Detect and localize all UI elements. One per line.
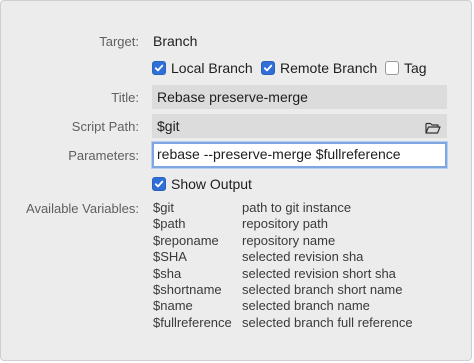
- variable-row: $git path to git instance: [153, 200, 413, 216]
- tag-label: Tag: [404, 60, 427, 76]
- variable-name: $git: [153, 200, 174, 215]
- variable-row: $SHA selected revision sha: [153, 249, 413, 265]
- checkbox-checked-icon: [152, 177, 166, 191]
- checkbox-checked-icon: [261, 61, 275, 75]
- variable-name: $sha: [153, 265, 182, 281]
- variable-name: $shortname: [153, 281, 222, 297]
- checkbox-checked-icon: [152, 61, 166, 75]
- script-path-input[interactable]: $git: [152, 114, 447, 138]
- variable-row: $name selected branch name: [153, 298, 413, 314]
- variable-description: repository path: [242, 216, 328, 232]
- title-label: Title:: [111, 90, 139, 105]
- target-value[interactable]: Branch: [153, 33, 197, 49]
- script-path-label: Script Path:: [71, 119, 139, 134]
- variable-description: selected branch name: [242, 298, 370, 314]
- variable-description: path to git instance: [242, 200, 352, 215]
- variable-name: $reponame: [153, 232, 219, 248]
- available-variables-label: Available Variables:: [26, 201, 139, 216]
- variables-list: $git path to git instance $path repository…: [153, 200, 413, 331]
- local-branch-checkbox[interactable]: Local Branch: [152, 60, 253, 76]
- variable-row: $sha selected revision short sha: [153, 266, 413, 282]
- variable-description: selected revision sha: [242, 249, 364, 265]
- parameters-label: Parameters:: [68, 148, 139, 163]
- tag-checkbox[interactable]: Tag: [385, 60, 427, 76]
- variable-name: $path: [153, 216, 186, 232]
- folder-icon[interactable]: [425, 118, 441, 138]
- checkbox-unchecked-icon: [385, 61, 399, 75]
- script-path-value: $git: [157, 118, 180, 134]
- show-output-label: Show Output: [171, 176, 252, 192]
- local-branch-label: Local Branch: [171, 60, 253, 76]
- variable-name: $fullreference: [153, 314, 232, 330]
- variable-description: selected revision short sha: [242, 265, 396, 281]
- variable-row: $reponame repository name: [153, 233, 413, 249]
- target-label: Target:: [99, 34, 139, 49]
- variable-row: $fullreference selected branch full refer…: [153, 315, 413, 331]
- variable-description: selected branch full reference: [242, 314, 413, 330]
- variable-description: repository name: [242, 232, 336, 248]
- show-output-checkbox[interactable]: Show Output: [152, 176, 252, 192]
- title-input[interactable]: Rebase preserve-merge: [152, 85, 447, 109]
- variable-description: selected branch short name: [242, 281, 403, 297]
- parameters-input[interactable]: rebase --preserve-merge $fullreference: [152, 142, 447, 168]
- variable-row: $shortname selected branch short name: [153, 282, 413, 298]
- variable-row: $path repository path: [153, 216, 413, 232]
- custom-action-editor: Target: Branch Local Branch Remote Branc…: [0, 0, 472, 361]
- remote-branch-checkbox[interactable]: Remote Branch: [261, 60, 377, 76]
- variable-name: $name: [153, 298, 193, 314]
- remote-branch-label: Remote Branch: [280, 60, 378, 76]
- variable-name: $SHA: [153, 249, 187, 265]
